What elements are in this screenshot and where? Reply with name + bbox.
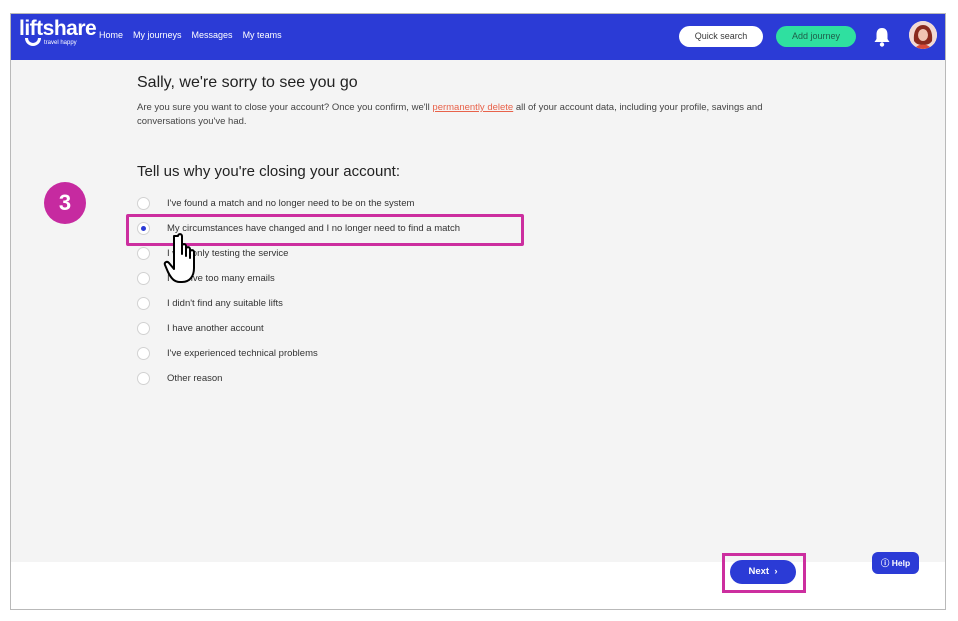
reason-label: I've experienced technical problems <box>167 348 318 359</box>
radio-button[interactable] <box>137 322 150 335</box>
reason-option[interactable]: I have another account <box>137 316 460 341</box>
permanently-delete-link[interactable]: permanently delete <box>432 102 513 113</box>
nav-my-journeys[interactable]: My journeys <box>133 30 182 40</box>
reason-label: I didn't find any suitable lifts <box>167 298 283 309</box>
reason-label: Other reason <box>167 373 223 384</box>
step-number-badge: 3 <box>44 182 86 224</box>
page-title: Sally, we're sorry to see you go <box>137 74 358 91</box>
radio-button[interactable] <box>137 272 150 285</box>
quick-search-button[interactable]: Quick search <box>679 26 763 47</box>
help-label: Help <box>891 558 911 568</box>
reason-option[interactable]: I've found a match and no longer need to… <box>137 191 460 216</box>
radio-button[interactable] <box>137 297 150 310</box>
radio-button[interactable] <box>137 347 150 360</box>
main-nav: Home My journeys Messages My teams <box>99 30 282 40</box>
bell-icon[interactable] <box>872 25 892 49</box>
nav-my-teams[interactable]: My teams <box>243 30 282 40</box>
intro-before: Are you sure you want to close your acco… <box>137 102 433 113</box>
reason-option[interactable]: Other reason <box>137 366 460 391</box>
question-circle-icon: ⓘ <box>880 558 890 568</box>
reason-option[interactable]: I've experienced technical problems <box>137 341 460 366</box>
user-avatar[interactable] <box>909 21 937 49</box>
close-account-intro: Sally, we're sorry to see you go Are you… <box>137 74 837 129</box>
help-button[interactable]: ⓘ Help <box>872 552 919 574</box>
reason-label: I've found a match and no longer need to… <box>167 198 415 209</box>
reason-option[interactable]: I didn't find any suitable lifts <box>137 291 460 316</box>
liftshare-logo[interactable]: liftshare travel happy <box>19 17 97 46</box>
next-label: Next <box>748 566 770 577</box>
logo-tagline: travel happy <box>44 40 77 46</box>
reasons-heading: Tell us why you're closing your account: <box>137 163 400 180</box>
radio-button[interactable] <box>137 247 150 260</box>
nav-messages[interactable]: Messages <box>192 30 233 40</box>
radio-button[interactable] <box>137 197 150 210</box>
hand-pointer-icon <box>163 233 195 283</box>
add-journey-button[interactable]: Add journey <box>776 26 856 47</box>
reason-label: I have another account <box>167 323 264 334</box>
chevron-right-icon: › <box>771 566 778 577</box>
next-button[interactable]: Next › <box>730 560 796 584</box>
nav-home[interactable]: Home <box>99 30 123 40</box>
radio-button[interactable] <box>137 372 150 385</box>
intro-text: Are you sure you want to close your acco… <box>137 101 797 129</box>
logo-smile-icon <box>25 38 41 46</box>
top-navbar: liftshare travel happy Home My journeys … <box>11 14 945 60</box>
